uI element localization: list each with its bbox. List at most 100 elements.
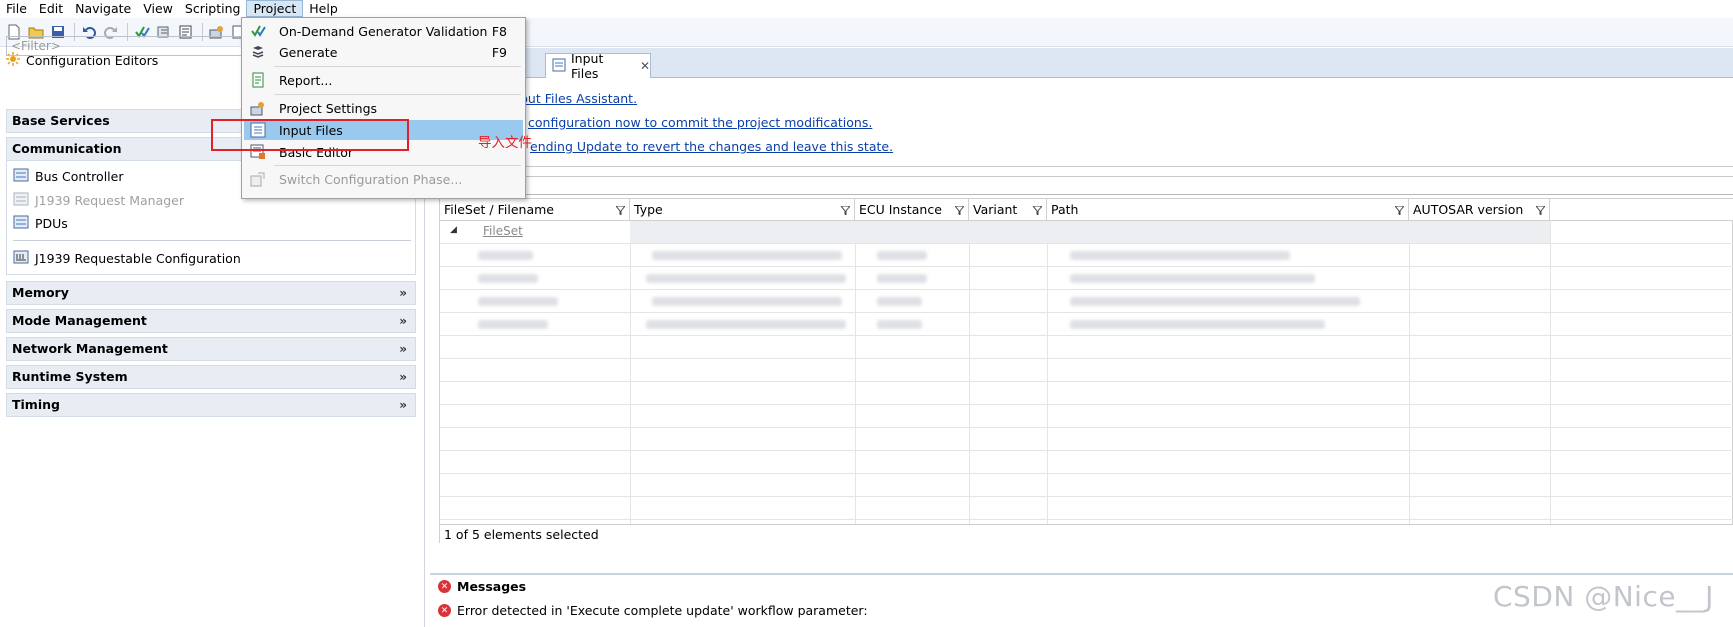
generate-icon	[250, 44, 266, 60]
error-icon: ✕	[438, 604, 451, 617]
item-bus-controller[interactable]: Bus Controller	[13, 166, 123, 186]
report-icon	[250, 72, 266, 88]
column-header-variant[interactable]: Variant	[969, 199, 1047, 221]
menu-project[interactable]: Project	[246, 0, 304, 17]
column-header-autosar-version[interactable]: AUTOSAR version	[1409, 199, 1550, 221]
table-row	[440, 336, 1733, 359]
section-label: Communication	[12, 141, 122, 156]
chevron-double-down-icon: »	[399, 314, 407, 328]
table-row	[440, 428, 1733, 451]
filter-icon[interactable]	[955, 206, 964, 215]
messages-title: Messages	[457, 579, 527, 594]
table-header: FileSet / Filename Type ECU Instance Var…	[440, 199, 1733, 221]
section-label: Runtime System	[12, 369, 128, 384]
item-pdus[interactable]: PDUs	[13, 213, 68, 233]
section-memory[interactable]: Memory »	[6, 281, 416, 305]
bus-controller-icon	[13, 167, 29, 186]
filter-icon[interactable]	[1033, 206, 1042, 215]
column-header-fileset[interactable]: FileSet / Filename	[440, 199, 630, 221]
menu-scripting[interactable]: Scripting	[179, 0, 247, 17]
annotation-label: 导入文件	[478, 135, 532, 151]
item-label: Bus Controller	[35, 168, 124, 184]
commit-link[interactable]: configuration now to commit the project …	[528, 115, 872, 130]
table-row[interactable]	[440, 267, 1733, 290]
table-row[interactable]	[440, 313, 1733, 336]
chevron-double-down-icon: »	[399, 286, 407, 300]
section-label: Network Management	[12, 341, 168, 356]
watermark: CSDN @Nice__J	[1493, 580, 1714, 613]
validate-icon	[250, 23, 266, 39]
divider	[426, 176, 1733, 177]
item-j1939-requestable-configuration[interactable]: J1939 Requestable Configuration	[13, 248, 241, 268]
switch-phase-icon	[250, 171, 266, 187]
menu-item-switch-configuration-phase[interactable]: Switch Configuration Phase...	[244, 169, 523, 189]
chevron-double-down-icon: »	[399, 370, 407, 384]
table-row[interactable]	[440, 244, 1733, 267]
editor-tab-strip: Input Files ✕	[426, 48, 1733, 81]
section-mode-management[interactable]: Mode Management »	[6, 309, 416, 333]
section-label: Base Services	[12, 113, 110, 128]
filter-icon[interactable]	[1536, 206, 1545, 215]
menu-help[interactable]: Help	[303, 0, 344, 17]
menu-item-generate[interactable]: Generate F9	[244, 42, 523, 62]
highlight-box	[211, 119, 409, 151]
row-cell	[630, 221, 1550, 243]
pdus-icon	[13, 214, 29, 233]
table-row	[440, 474, 1733, 497]
column-header-ecu-instance[interactable]: ECU Instance	[855, 199, 969, 221]
requestable-config-icon	[13, 249, 29, 268]
menu-item-project-settings[interactable]: Project Settings	[244, 98, 523, 118]
section-label: Memory	[12, 285, 69, 300]
table-row	[440, 382, 1733, 405]
menu-item-on-demand-validation[interactable]: On-Demand Generator Validation F8	[244, 21, 523, 41]
menu-navigate[interactable]: Navigate	[69, 0, 137, 17]
section-runtime-system[interactable]: Runtime System »	[6, 365, 416, 389]
item-label: J1939 Requestable Configuration	[35, 250, 241, 266]
table-row	[440, 405, 1733, 428]
menu-edit[interactable]: Edit	[33, 0, 69, 17]
input-files-icon	[552, 58, 566, 75]
project-settings-icon	[250, 100, 266, 116]
table-row[interactable]	[440, 290, 1733, 313]
section-label: Timing	[12, 397, 60, 412]
column-header-type[interactable]: Type	[630, 199, 855, 221]
section-label: Mode Management	[12, 313, 147, 328]
request-manager-icon	[13, 191, 29, 210]
messages-header: ✕ Messages	[438, 579, 526, 594]
item-label: J1939 Request Manager	[35, 192, 185, 208]
filter-icon[interactable]	[841, 206, 850, 215]
editor-area: Input Files ✕ put Files Assistant. confi…	[426, 48, 1733, 573]
error-message[interactable]: ✕ Error detected in 'Execute complete up…	[438, 603, 868, 618]
close-icon[interactable]: ✕	[640, 59, 650, 73]
chevron-double-down-icon: »	[399, 342, 407, 356]
menu-view[interactable]: View	[137, 0, 179, 17]
fileset-group-label: FileSet	[483, 224, 523, 238]
menu-item-report[interactable]: Report...	[244, 70, 523, 90]
menu-bar: File Edit Navigate View Scripting Projec…	[0, 0, 1733, 17]
tab-label: Input Files	[571, 51, 604, 81]
section-timing[interactable]: Timing »	[6, 393, 416, 417]
item-j1939-request-manager[interactable]: J1939 Request Manager	[13, 190, 184, 210]
section-network-management[interactable]: Network Management »	[6, 337, 416, 361]
menu-file[interactable]: File	[0, 0, 33, 17]
menu-divider	[274, 94, 521, 95]
selection-status: 1 of 5 elements selected	[440, 524, 1733, 544]
divider	[426, 194, 1733, 195]
item-label: PDUs	[35, 215, 68, 231]
table-row	[440, 451, 1733, 474]
tab-input-files[interactable]: Input Files ✕	[545, 51, 651, 81]
column-header-path[interactable]: Path	[1047, 199, 1409, 221]
revert-link[interactable]: ending Update to revert the changes and …	[530, 139, 893, 154]
table-row	[440, 497, 1733, 520]
menu-divider	[274, 165, 521, 166]
chevron-double-down-icon: »	[399, 398, 407, 412]
assistant-link[interactable]: put Files Assistant.	[520, 91, 637, 106]
table-row[interactable]: ◢ FileSet	[440, 221, 1733, 244]
error-text: Error detected in 'Execute complete upda…	[457, 603, 868, 618]
input-files-table: FileSet / Filename Type ECU Instance Var…	[439, 198, 1733, 544]
divider	[426, 166, 1733, 167]
menu-divider	[274, 66, 521, 67]
filter-icon[interactable]	[1395, 206, 1404, 215]
expand-triangle-icon[interactable]: ◢	[450, 225, 457, 235]
filter-icon[interactable]	[616, 206, 625, 215]
